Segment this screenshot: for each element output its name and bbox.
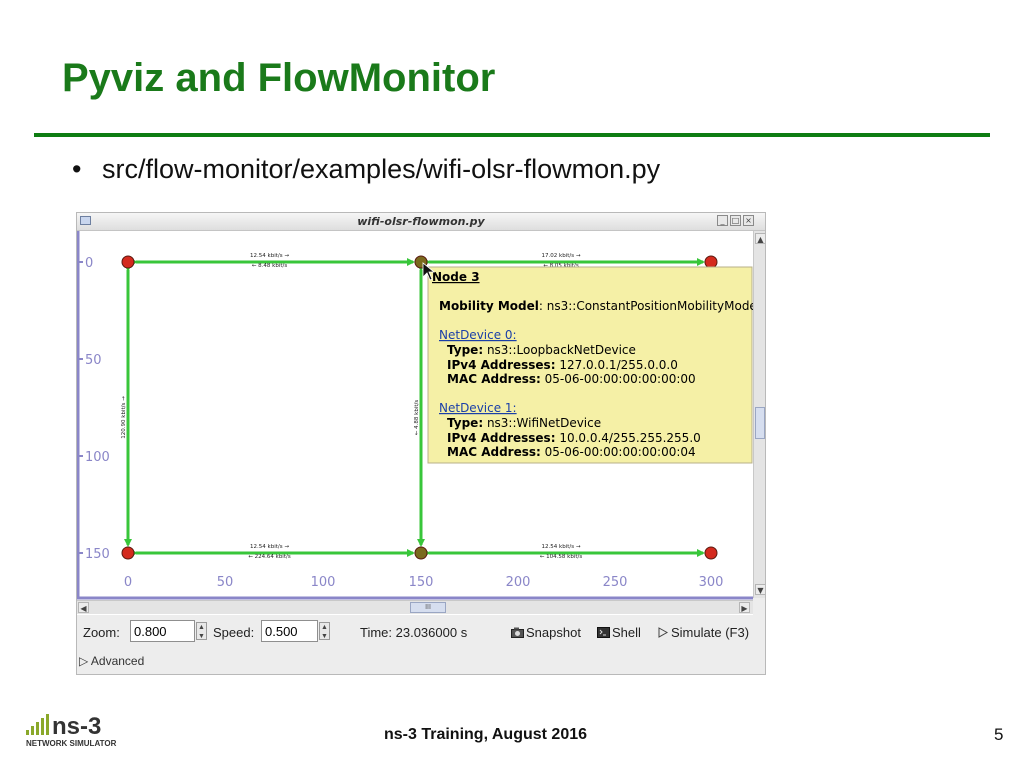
link-throughput-label: ← 224.64 kbit/s <box>248 554 291 560</box>
window-title: wifi-olsr-flowmon.py <box>357 215 485 228</box>
bullet-icon: • <box>72 154 82 184</box>
snapshot-label: Snapshot <box>526 625 581 640</box>
snapshot-button[interactable]: Snapshot <box>511 625 581 640</box>
wifi-node-n3[interactable] <box>704 255 718 269</box>
slide-title: Pyviz and FlowMonitor <box>62 56 496 100</box>
play-icon <box>658 627 669 638</box>
vertical-scroll-thumb[interactable] <box>755 407 765 439</box>
tooltip-mobility: Mobility Model: ns3::ConstantPositionMob… <box>439 299 753 313</box>
advanced-expander[interactable]: ▷ Advanced <box>79 654 144 668</box>
page-number: 5 <box>994 725 1004 744</box>
footer-text: ns-3 Training, August 2016 <box>384 726 588 743</box>
y-tick-label: 150 <box>85 547 110 562</box>
link-throughput-label: 17.02 kbit/s → <box>542 253 581 259</box>
ns3-logo: ns-3 NETWORK SIMULATOR <box>26 713 117 748</box>
logo-text: ns-3 <box>52 713 101 740</box>
speed-spinner[interactable]: ▲▼ <box>261 620 330 642</box>
close-button[interactable]: × <box>743 215 754 226</box>
minimize-button[interactable]: _ <box>717 215 728 226</box>
link-throughput-label: 12.54 kbit/s → <box>250 544 289 550</box>
title-divider <box>34 133 990 137</box>
scroll-right-icon[interactable]: ▶ <box>739 602 750 613</box>
x-tick-label: 250 <box>603 575 628 590</box>
mobility-label: Mobility Model <box>439 299 539 313</box>
x-tick-label: 150 <box>409 575 434 590</box>
x-tick-label: 100 <box>311 575 336 590</box>
link-throughput-label: ← 104.58 kbit/s <box>540 554 583 560</box>
device-0-mac: MAC Address: 05-06-00:00:00:00:00:00 <box>447 372 696 386</box>
device-0-mac-value: 05-06-00:00:00:00:00:00 <box>541 372 696 386</box>
device-1-ipv4-value: 10.0.0.4/255.255.255.0 <box>556 431 701 445</box>
link-throughput-label: 12.54 kbit/s → <box>542 544 581 550</box>
device-0-ipv4-label: IPv4 Addresses: <box>447 358 556 372</box>
speed-spin-buttons[interactable]: ▲ ▼ <box>319 622 330 640</box>
zoom-spin-buttons[interactable]: ▲ ▼ <box>196 622 207 640</box>
link-throughput-label: 12.54 kbit/s → <box>250 253 289 259</box>
maximize-button[interactable]: □ <box>730 215 741 226</box>
wifi-node-n4[interactable] <box>121 546 135 560</box>
device-1-type-value: ns3::WifiNetDevice <box>483 416 601 430</box>
topology-svg[interactable]: 0 50 100 150 200 250 300 0 50 100 150 12.54 kbit/s… <box>77 231 753 615</box>
device-0-ipv4-value: 127.0.0.1/255.0.0.0 <box>556 358 678 372</box>
device-0-mac-label: MAC Address: <box>447 372 541 386</box>
device-1-ipv4: IPv4 Addresses: 10.0.0.4/255.255.255.0 <box>447 431 701 445</box>
wifi-node-n5[interactable] <box>414 546 428 560</box>
scroll-down-icon[interactable]: ▼ <box>755 584 765 595</box>
zoom-label: Zoom: <box>83 625 120 640</box>
vertical-scrollbar[interactable]: ▲ ▼ <box>753 231 765 598</box>
device-1-ipv4-label: IPv4 Addresses: <box>447 431 556 445</box>
device-1-mac-value: 05-06-00:00:00:00:00:04 <box>541 445 696 459</box>
x-tick-label: 200 <box>506 575 531 590</box>
camera-icon <box>511 627 524 638</box>
y-tick-label: 100 <box>85 450 110 465</box>
scroll-left-icon[interactable]: ◀ <box>78 602 89 613</box>
tooltip-node-3: Node 3 Mobility Model: ns3::ConstantPosi… <box>427 266 753 464</box>
device-1-mac: MAC Address: 05-06-00:00:00:00:00:04 <box>447 445 696 459</box>
speed-label: Speed: <box>213 625 255 640</box>
terminal-icon <box>597 627 610 638</box>
expander-triangle-icon: ▷ <box>79 654 91 668</box>
device-1-header: NetDevice 1: <box>439 401 517 415</box>
device-0-header: NetDevice 0: <box>439 328 517 342</box>
simulate-label: Simulate (F3) <box>671 625 750 640</box>
logo-subtext: NETWORK SIMULATOR <box>26 739 117 748</box>
x-tick-label: 50 <box>217 575 234 590</box>
device-1-mac-label: MAC Address: <box>447 445 541 459</box>
topology-canvas[interactable]: 0 50 100 150 200 250 300 0 50 100 150 12.54 kbit/s… <box>77 231 753 615</box>
scroll-up-icon[interactable]: ▲ <box>755 233 765 244</box>
tooltip-node-title: Node 3 <box>432 270 480 284</box>
simulate-button[interactable]: Simulate (F3) <box>657 625 749 640</box>
link-throughput-label: ← 8.48 kbit/s <box>252 263 288 269</box>
advanced-label: Advanced <box>90 654 145 668</box>
x-tick-label: 300 <box>699 575 724 590</box>
window-titlebar[interactable]: wifi-olsr-flowmon.py _ □ × <box>77 213 765 231</box>
link-throughput-label: 120.90 kbit/s → <box>121 396 127 439</box>
device-0-type-label: Type: <box>447 343 483 357</box>
mobility-value: : ns3::ConstantPositionMobilityModel <box>539 299 753 313</box>
device-1-type: Type: ns3::WifiNetDevice <box>447 416 601 430</box>
y-tick-label: 50 <box>85 353 102 368</box>
shell-label: Shell <box>612 625 641 640</box>
link-throughput-label: ← 4.88 kbit/s <box>414 400 420 436</box>
simulation-time: Time: 23.036000 s <box>360 625 468 640</box>
y-tick-label: 0 <box>85 256 93 271</box>
zoom-spinner[interactable]: ▲▼ <box>130 620 207 642</box>
wifi-node-n1[interactable] <box>121 255 135 269</box>
horizontal-scroll-thumb[interactable]: III <box>410 602 446 613</box>
x-tick-label: 0 <box>124 575 132 590</box>
device-0-type: Type: ns3::LoopbackNetDevice <box>447 343 636 357</box>
horizontal-scrollbar[interactable]: ◀ III ▶ <box>77 600 753 614</box>
shell-button[interactable]: Shell <box>597 625 641 640</box>
device-0-type-value: ns3::LoopbackNetDevice <box>483 343 636 357</box>
device-0-ipv4: IPv4 Addresses: 127.0.0.1/255.0.0.0 <box>447 358 678 372</box>
bullet-text: src/flow-monitor/examples/wifi-olsr-flow… <box>102 154 661 184</box>
device-1-type-label: Type: <box>447 416 483 430</box>
simulation-toolbar: Zoom: ▲▼ Speed: ▲▼ Time: 23.036000 s Sna… <box>77 617 765 647</box>
speed-input[interactable] <box>261 620 318 642</box>
pyviz-window: wifi-olsr-flowmon.py _ □ × 0 50 100 150 200 2… <box>76 212 766 675</box>
bullet-item: • src/flow-monitor/examples/wifi-olsr-flo… <box>72 154 660 185</box>
wifi-node-n6[interactable] <box>704 546 718 560</box>
zoom-input[interactable] <box>130 620 195 642</box>
